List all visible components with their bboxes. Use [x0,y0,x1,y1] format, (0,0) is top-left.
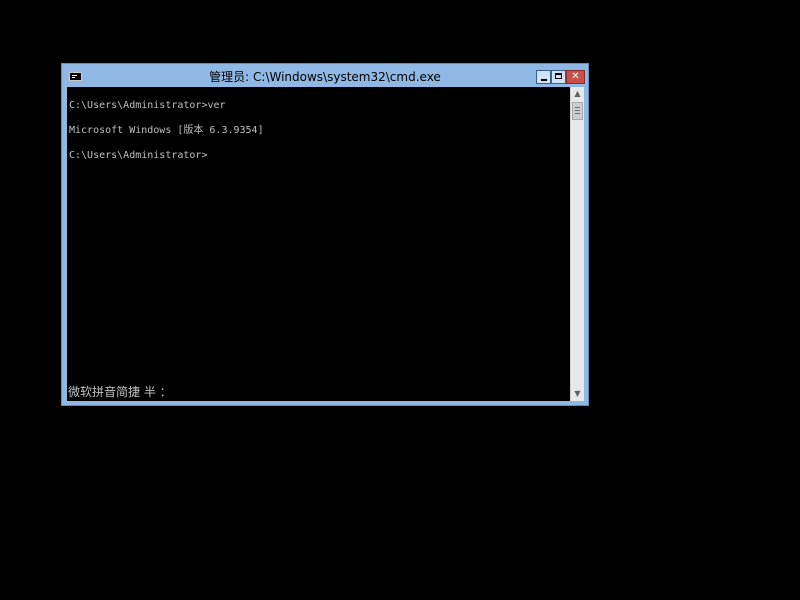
cmd-window: 管理员: C:\Windows\system32\cmd.exe ✕ C:\Us… [61,63,589,406]
scroll-down-button[interactable]: ▼ [571,387,584,401]
vertical-scrollbar[interactable]: ▲ ▼ [570,87,584,401]
grip-icon [575,110,580,111]
grip-icon [575,113,580,114]
title-bar[interactable]: 管理员: C:\Windows\system32\cmd.exe ✕ [62,64,588,87]
window-title: 管理员: C:\Windows\system32\cmd.exe [209,70,441,84]
arrow-down-icon: ▼ [574,389,581,398]
grip-icon [575,107,580,108]
close-button[interactable]: ✕ [566,70,585,84]
console-output[interactable]: C:\Users\Administrator>ver Microsoft Win… [67,87,570,401]
minimize-icon [541,79,547,81]
maximize-icon [555,73,562,79]
ime-status-bar: 微软拼音简捷 半 ： [68,385,172,399]
arrow-up-icon: ▲ [574,89,581,98]
minimize-button[interactable] [536,70,551,84]
close-icon: ✕ [571,71,580,82]
maximize-button[interactable] [551,70,566,84]
console-line: Microsoft Windows [版本 6.3.9354] [69,125,264,136]
console-line: C:\Users\Administrator>ver [69,100,226,111]
scroll-thumb[interactable] [572,102,583,120]
scroll-up-button[interactable]: ▲ [571,87,584,101]
console-prompt-line: C:\Users\Administrator> [69,150,208,161]
